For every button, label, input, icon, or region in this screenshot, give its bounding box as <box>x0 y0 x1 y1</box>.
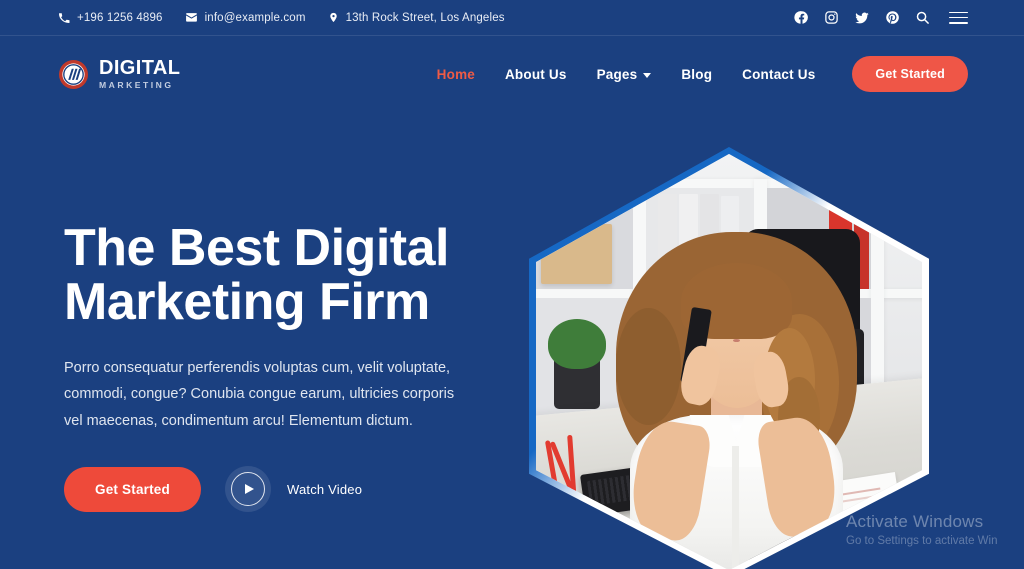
nav-item-pages[interactable]: Pages <box>582 67 667 82</box>
envelope-icon <box>185 11 198 24</box>
nav-links: Home About Us Pages Blog Contact Us Get … <box>422 56 968 92</box>
top-utility-bar: +196 1256 4896 info@example.com 13th Roc… <box>0 0 1024 36</box>
nav-item-blog[interactable]: Blog <box>666 67 727 82</box>
nav-item-home[interactable]: Home <box>422 67 490 82</box>
nav-item-blog-label: Blog <box>681 66 713 82</box>
main-navigation-bar: DIGITAL MARKETING Home About Us Pages Bl… <box>0 36 1024 112</box>
nav-item-home-label: Home <box>436 66 475 82</box>
nav-item-contact-us-label: Contact Us <box>742 66 816 82</box>
facebook-icon[interactable] <box>794 10 809 25</box>
landing-page: +196 1256 4896 info@example.com 13th Roc… <box>0 0 1024 569</box>
hero-title-line-1: The Best Digital <box>64 219 449 277</box>
instagram-icon[interactable] <box>824 10 839 25</box>
woman-on-phone <box>616 225 858 569</box>
phone-contact[interactable]: +196 1256 4896 <box>58 12 163 24</box>
email-address-text: info@example.com <box>204 11 306 24</box>
phone-number-text: +196 1256 4896 <box>77 11 163 24</box>
watermark-subtitle: Go to Settings to activate Win <box>846 535 998 547</box>
hero-description: Porro consequatur perferendis voluptas c… <box>64 360 455 429</box>
watermark-title: Activate Windows <box>846 511 984 531</box>
brand-subtitle: MARKETING <box>99 80 174 91</box>
play-triangle-icon <box>244 484 254 495</box>
nav-get-started-button[interactable]: Get Started <box>852 56 968 92</box>
brand-text: DIGITAL MARKETING <box>99 58 180 90</box>
hero-actions: Get Started Watch Video <box>64 466 494 513</box>
circular-striped-logo-icon <box>58 59 89 90</box>
address-contact[interactable]: 13th Rock Street, Los Angeles <box>328 11 505 24</box>
hero-content: The Best Digital Marketing Firm Porro co… <box>64 219 494 513</box>
play-button-icon[interactable] <box>224 466 271 513</box>
nav-item-about-us[interactable]: About Us <box>490 67 582 82</box>
address-text: 13th Rock Street, Los Angeles <box>345 11 505 24</box>
map-pin-icon <box>328 11 339 24</box>
twitter-icon[interactable] <box>854 10 870 26</box>
hero-title: The Best Digital Marketing Firm <box>64 219 494 331</box>
hero-get-started-button[interactable]: Get Started <box>64 466 201 512</box>
play-inner-ring <box>230 472 265 507</box>
watch-video-control[interactable]: Watch Video <box>224 466 363 513</box>
chevron-down-icon <box>643 72 652 78</box>
nav-item-pages-label: Pages <box>596 66 638 82</box>
windows-activation-watermark: Activate Windows Go to Settings to activ… <box>846 511 1024 547</box>
phone-icon <box>58 12 70 24</box>
pinterest-icon[interactable] <box>885 10 900 25</box>
contact-info-group: +196 1256 4896 info@example.com 13th Roc… <box>58 11 505 24</box>
hero-image-hexagon <box>529 147 929 569</box>
search-icon[interactable] <box>915 10 930 25</box>
social-links-group <box>794 10 968 26</box>
brand-logo[interactable]: DIGITAL MARKETING <box>58 58 180 90</box>
nav-item-contact-us[interactable]: Contact Us <box>727 67 830 82</box>
watch-video-label: Watch Video <box>286 481 363 497</box>
shirt-placket <box>732 445 739 569</box>
hamburger-menu-icon[interactable] <box>949 11 968 24</box>
email-contact[interactable]: info@example.com <box>185 11 306 24</box>
nav-item-about-us-label: About Us <box>504 66 567 82</box>
brand-title: DIGITAL <box>99 57 181 80</box>
hero-title-line-2: Marketing Firm <box>64 272 430 331</box>
